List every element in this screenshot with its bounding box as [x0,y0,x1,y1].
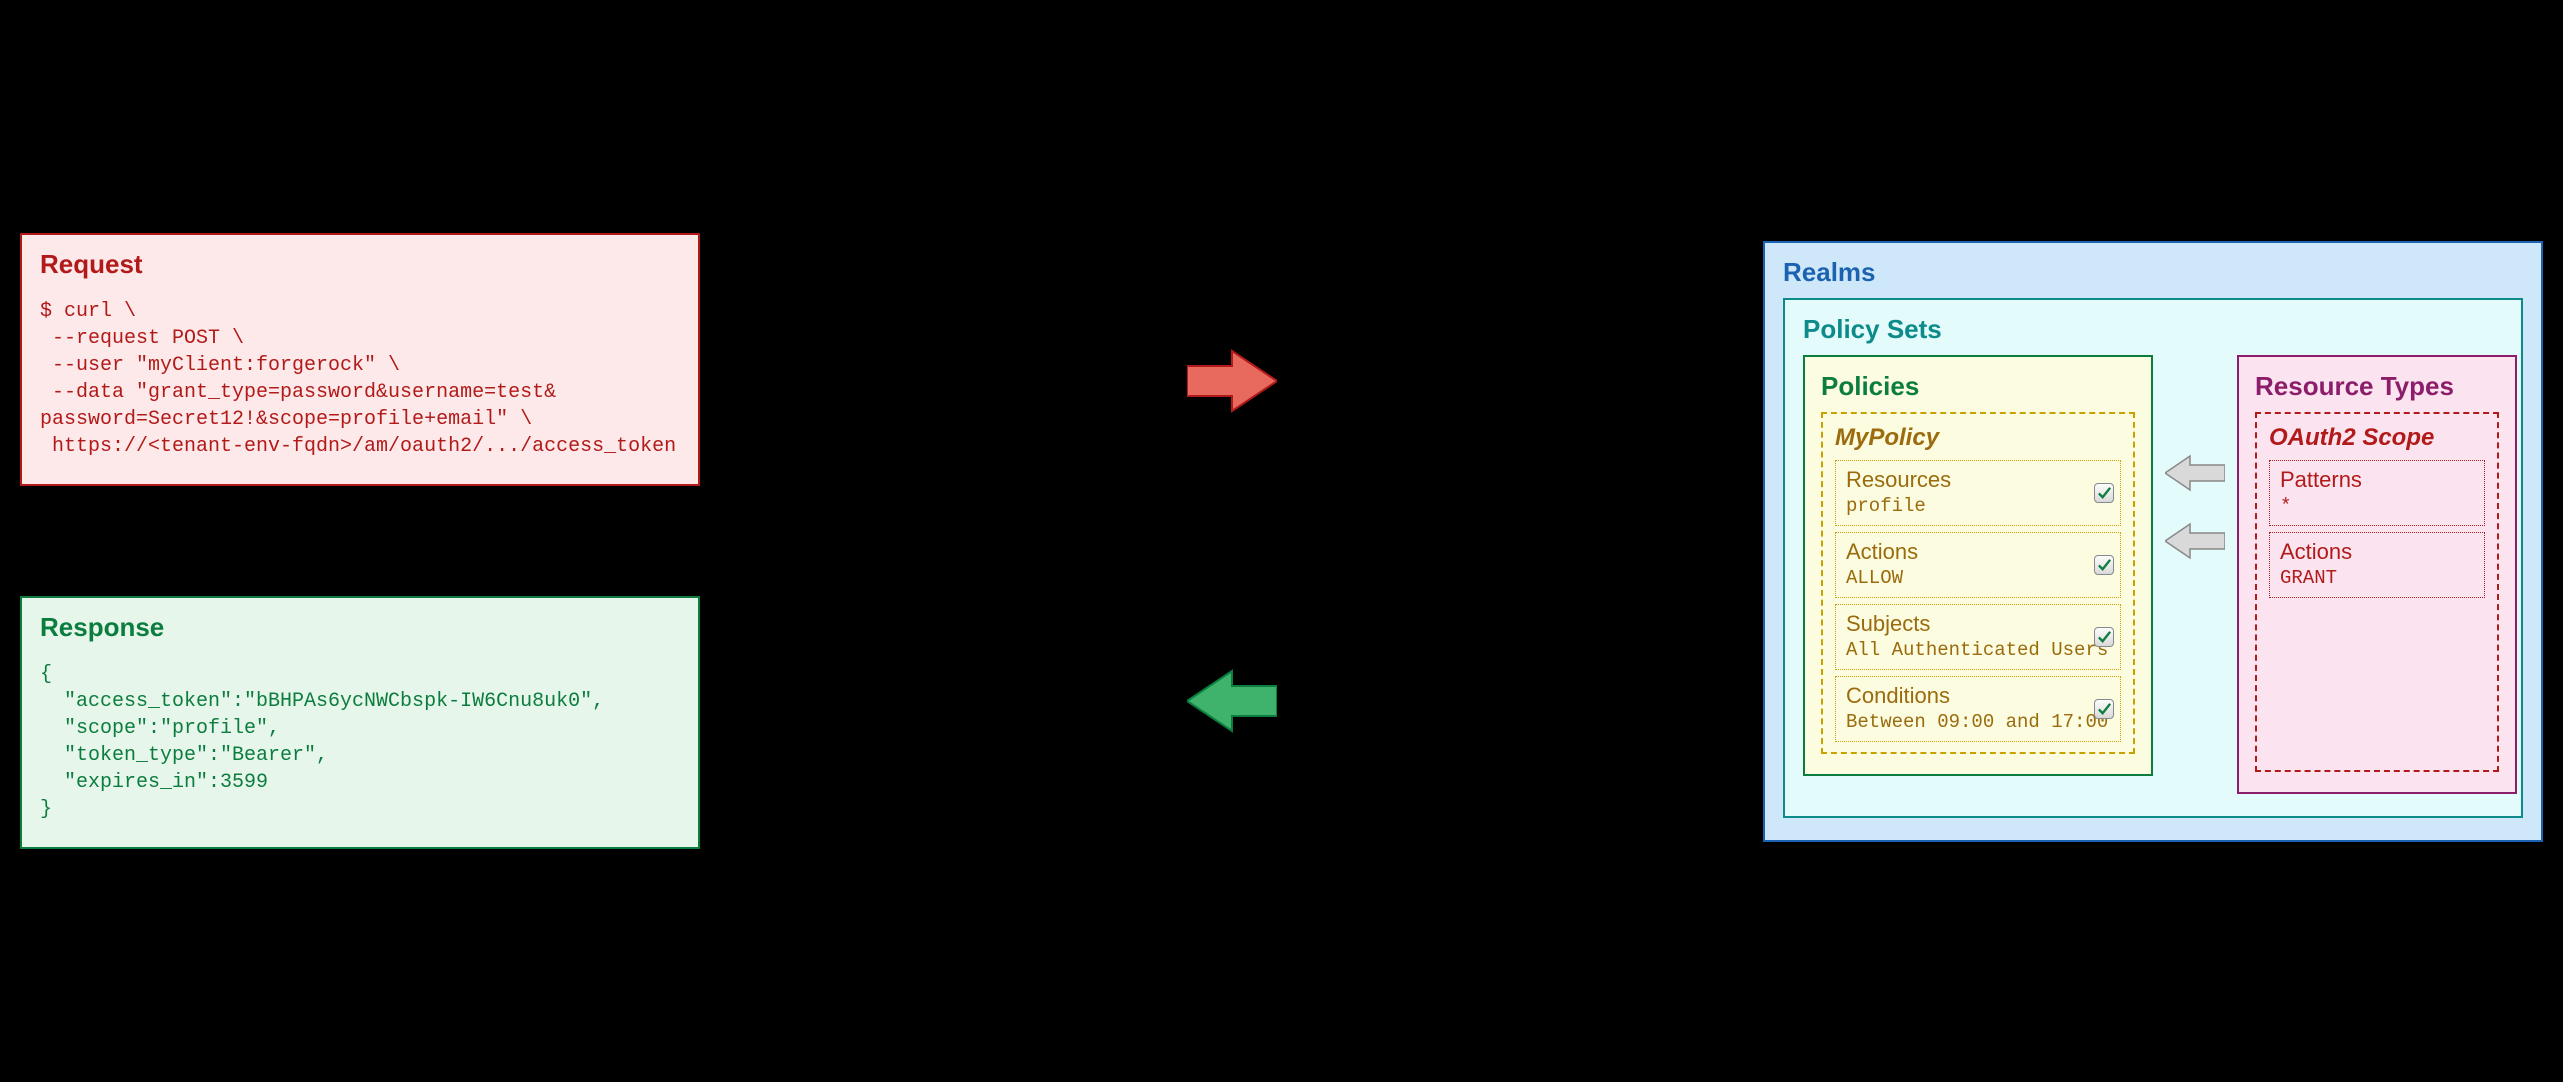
policy-sets-row: Policies MyPolicy Resources profile Acti… [1803,355,2503,794]
resource-types-title: Resource Types [2255,371,2499,402]
policy-actions-label: Actions [1846,539,2110,565]
policy-sets-title: Policy Sets [1803,314,2503,345]
rt-actions-label: Actions [2280,539,2474,565]
left-column: Request $ curl \ --request POST \ --user… [20,233,700,849]
connector-arrow-icon [2165,453,2225,493]
oauth2-scope-box: OAuth2 Scope Patterns * Actions GRANT [2255,412,2499,772]
rt-section-actions: Actions GRANT [2269,532,2485,598]
policy-actions-value: ALLOW [1846,567,2110,589]
resource-types-box: Resource Types OAuth2 Scope Patterns * A… [2237,355,2517,794]
policy-section-actions: Actions ALLOW [1835,532,2121,598]
connector-arrows [2165,355,2225,561]
arrow-left-icon [1187,666,1277,736]
policy-subjects-value: All Authenticated Users [1846,639,2110,661]
policy-resources-value: profile [1846,495,2110,517]
rt-patterns-label: Patterns [2280,467,2474,493]
request-code: $ curl \ --request POST \ --user "myClie… [40,298,680,460]
policy-resources-label: Resources [1846,467,2110,493]
policies-box: Policies MyPolicy Resources profile Acti… [1803,355,2153,776]
request-box: Request $ curl \ --request POST \ --user… [20,233,700,486]
check-icon [2094,699,2114,719]
policy-section-resources: Resources profile [1835,460,2121,526]
response-title: Response [40,612,680,643]
arrow-column [1187,346,1277,736]
request-title: Request [40,249,680,280]
check-icon [2094,483,2114,503]
check-icon [2094,627,2114,647]
rt-patterns-value: * [2280,495,2474,517]
policy-sets-box: Policy Sets Policies MyPolicy Resources … [1783,298,2523,818]
response-box: Response { "access_token":"bBHPAs6ycNWCb… [20,596,700,849]
policy-section-conditions: Conditions Between 09:00 and 17:00 [1835,676,2121,742]
mypolicy-box: MyPolicy Resources profile Actions ALLOW… [1821,412,2135,754]
rt-section-patterns: Patterns * [2269,460,2485,526]
policy-conditions-label: Conditions [1846,683,2110,709]
realms-box: Realms Policy Sets Policies MyPolicy Res… [1763,241,2543,842]
oauth2-scope-title: OAuth2 Scope [2269,424,2485,452]
arrow-right-icon [1187,346,1277,416]
policies-title: Policies [1821,371,2135,402]
policy-section-subjects: Subjects All Authenticated Users [1835,604,2121,670]
realms-title: Realms [1783,257,2523,288]
rt-actions-value: GRANT [2280,567,2474,589]
mypolicy-title: MyPolicy [1835,424,2121,452]
policy-subjects-label: Subjects [1846,611,2110,637]
check-icon [2094,555,2114,575]
response-code: { "access_token":"bBHPAs6ycNWCbspk-IW6Cn… [40,661,680,823]
connector-arrow-icon [2165,521,2225,561]
policy-conditions-value: Between 09:00 and 17:00 [1846,711,2110,733]
